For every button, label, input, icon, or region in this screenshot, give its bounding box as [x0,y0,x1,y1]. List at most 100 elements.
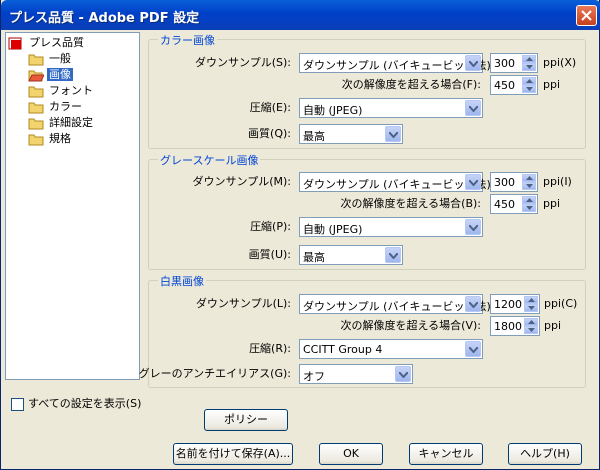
color-compression-value: 自動 (JPEG) [303,104,363,117]
gray-downsample-select[interactable]: ダウンサンプル (バイキュービック法) [299,172,491,192]
tree-item-label: 規格 [49,132,71,145]
mono-compression-value: CCITT Group 4 [303,343,383,356]
dropdown-arrow-icon[interactable] [465,100,481,116]
gray-resolution-unit: ppi(I) [543,175,572,188]
tree-root-label: プレス品質 [29,36,84,49]
window-title: プレス品質 - Adobe PDF 設定 [9,11,200,26]
grayscale-images-group: グレースケール画像 ダウンサンプル(M): ダウンサンプル (バイキュービック法… [148,152,586,270]
dropdown-arrow-icon[interactable] [465,219,481,235]
show-all-settings-checkbox[interactable] [11,398,24,411]
mono-antialias-value: オフ [303,370,325,383]
folder-icon [28,118,44,129]
spin-down-icon[interactable] [522,182,536,190]
gray-downsample-label: ダウンサンプル(M): [192,175,291,188]
tree-item-general[interactable]: 一般 [28,51,73,67]
title-bar[interactable]: プレス品質 - Adobe PDF 設定 [1,0,600,30]
color-downsample-value: ダウンサンプル (バイキュービック法) [303,59,491,72]
mono-resolution-value: 1200 [494,298,522,311]
folder-icon [28,86,44,97]
dropdown-arrow-icon[interactable] [395,366,411,382]
color-quality-select[interactable]: 最高 [299,124,403,144]
spin-down-icon[interactable] [522,63,536,71]
color-threshold-spinner[interactable]: 450 [490,75,538,95]
spin-up-icon[interactable] [522,174,536,182]
mono-compression-label: 圧縮(R): [249,342,291,355]
policy-button[interactable]: ポリシー [204,409,288,431]
help-button[interactable]: ヘルプ(H) [508,443,582,465]
mono-threshold-spinner[interactable]: 1800 [490,316,540,336]
tree-item-label: 一般 [49,52,71,65]
dropdown-arrow-icon[interactable] [465,341,481,357]
monochrome-images-title: 白黒画像 [158,273,206,289]
dropdown-arrow-icon[interactable] [465,296,481,312]
mono-threshold-value: 1800 [494,320,522,333]
color-downsample-label: ダウンサンプル(S): [195,56,291,69]
color-threshold-label: 次の解像度を超える場合(F): [341,78,481,91]
color-resolution-unit: ppi(X) [543,56,577,69]
spin-up-icon[interactable] [522,77,536,85]
mono-antialias-label: グレーのアンチエイリアス(G): [138,367,291,380]
color-compression-select[interactable]: 自動 (JPEG) [299,98,483,118]
color-threshold-value: 450 [494,79,515,92]
gray-quality-select[interactable]: 最高 [299,245,403,265]
spin-down-icon[interactable] [524,304,538,312]
dropdown-arrow-icon[interactable] [385,126,401,142]
spin-up-icon[interactable] [522,55,536,63]
mono-downsample-label: ダウンサンプル(L): [195,297,291,310]
spin-up-icon[interactable] [524,318,538,326]
dropdown-arrow-icon[interactable] [465,174,481,190]
dropdown-arrow-icon[interactable] [385,247,401,263]
spin-down-icon[interactable] [524,326,538,334]
gray-resolution-spinner[interactable]: 300 [490,172,538,192]
spin-down-icon[interactable] [522,85,536,93]
folder-open-icon [28,70,44,81]
color-images-title: カラー画像 [158,32,217,48]
gray-compression-select[interactable]: 自動 (JPEG) [299,217,483,237]
color-resolution-spinner[interactable]: 300 [490,53,538,73]
color-quality-value: 最高 [303,130,325,143]
show-all-settings-label: すべての設定を表示(S) [28,397,142,410]
gray-threshold-unit: ppi [543,197,561,210]
save-as-button[interactable]: 名前を付けて保存(A)... [173,443,293,465]
folder-icon [28,102,44,113]
monochrome-images-group: 白黒画像 ダウンサンプル(L): ダウンサンプル (バイキュービック法) 120… [139,273,586,388]
color-images-group: カラー画像 ダウンサンプル(S): ダウンサンプル (バイキュービック法) 30… [148,32,586,149]
mono-compression-select[interactable]: CCITT Group 4 [299,339,483,359]
tree-root[interactable]: プレス品質 [8,35,86,51]
gray-threshold-spinner[interactable]: 450 [490,194,538,214]
spin-up-icon[interactable] [524,296,538,304]
mono-resolution-unit: ppi(C) [544,297,578,310]
spin-up-icon[interactable] [522,196,536,204]
grayscale-images-title: グレースケール画像 [158,152,261,168]
dropdown-arrow-icon[interactable] [465,55,481,71]
tree-item-fonts[interactable]: フォント [28,83,95,99]
tree-item-standards[interactable]: 規格 [28,131,73,147]
tree-item-label: カラー [49,100,82,113]
cancel-button[interactable]: キャンセル [409,443,483,465]
tree-item-advanced[interactable]: 詳細設定 [28,115,95,131]
tree-item-label: 詳細設定 [49,116,93,129]
dialog-window: プレス品質 - Adobe PDF 設定 プレス品質 一般 画像 フォント カラ… [0,0,600,470]
spin-down-icon[interactable] [522,204,536,212]
gray-threshold-label: 次の解像度を超える場合(B): [340,197,481,210]
tree-item-images[interactable]: 画像 [28,67,73,83]
tree-item-label: フォント [49,84,93,97]
close-icon [581,10,592,21]
color-downsample-select[interactable]: ダウンサンプル (バイキュービック法) [299,53,491,73]
gray-threshold-value: 450 [494,198,515,211]
mono-resolution-spinner[interactable]: 1200 [490,294,540,314]
color-threshold-unit: ppi [543,78,561,91]
ok-button[interactable]: OK [319,443,383,465]
mono-downsample-select[interactable]: ダウンサンプル (バイキュービック法) [299,294,491,314]
gray-quality-value: 最高 [303,251,325,264]
mono-threshold-label: 次の解像度を超える場合(V): [340,319,481,332]
gray-downsample-value: ダウンサンプル (バイキュービック法) [303,178,491,191]
mono-downsample-value: ダウンサンプル (バイキュービック法) [303,300,491,313]
tree-item-color[interactable]: カラー [28,99,84,115]
mono-antialias-select[interactable]: オフ [299,364,413,384]
gray-quality-label: 画質(U): [248,248,291,261]
tree-item-label: 画像 [47,68,73,81]
color-resolution-value: 300 [494,57,515,70]
category-tree[interactable]: プレス品質 一般 画像 フォント カラー 詳細設定 規格 [5,32,140,380]
close-button[interactable] [576,5,597,26]
